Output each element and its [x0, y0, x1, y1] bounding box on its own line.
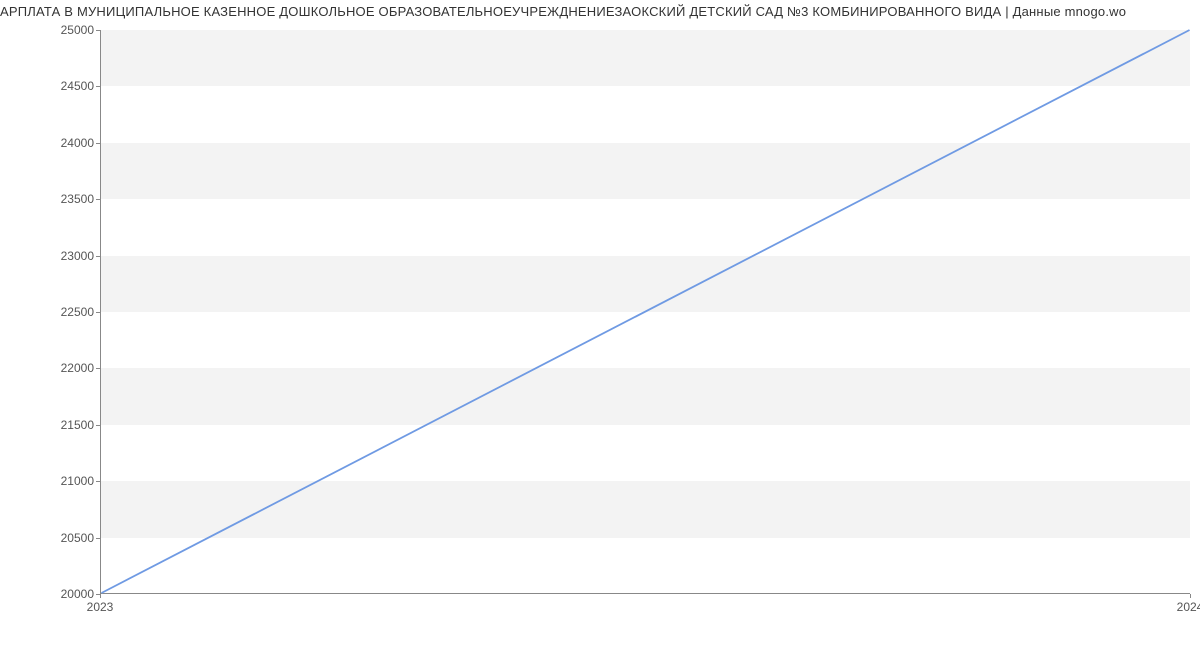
- y-tick-mark: [96, 256, 100, 257]
- plot-area: [100, 30, 1190, 594]
- x-tick-label: 2023: [87, 600, 114, 614]
- chart-line-layer: [101, 30, 1190, 593]
- y-tick-label: 20000: [14, 587, 94, 601]
- y-tick-label: 23000: [14, 249, 94, 263]
- y-tick-label: 22000: [14, 361, 94, 375]
- y-tick-label: 21500: [14, 418, 94, 432]
- series-line: [101, 30, 1189, 593]
- y-tick-label: 24500: [14, 79, 94, 93]
- x-tick-mark: [1190, 594, 1191, 598]
- y-tick-label: 24000: [14, 136, 94, 150]
- y-tick-label: 21000: [14, 474, 94, 488]
- y-tick-mark: [96, 143, 100, 144]
- y-tick-mark: [96, 30, 100, 31]
- x-tick-mark: [100, 594, 101, 598]
- y-tick-mark: [96, 481, 100, 482]
- chart-title: АРПЛАТА В МУНИЦИПАЛЬНОЕ КАЗЕННОЕ ДОШКОЛЬ…: [0, 4, 1200, 19]
- y-tick-label: 23500: [14, 192, 94, 206]
- y-tick-label: 22500: [14, 305, 94, 319]
- y-tick-mark: [96, 199, 100, 200]
- y-tick-mark: [96, 368, 100, 369]
- chart-container: АРПЛАТА В МУНИЦИПАЛЬНОЕ КАЗЕННОЕ ДОШКОЛЬ…: [0, 0, 1200, 650]
- y-tick-mark: [96, 86, 100, 87]
- y-tick-mark: [96, 538, 100, 539]
- y-tick-mark: [96, 425, 100, 426]
- x-tick-label: 2024: [1177, 600, 1200, 614]
- y-tick-mark: [96, 312, 100, 313]
- y-tick-label: 25000: [14, 23, 94, 37]
- y-tick-label: 20500: [14, 531, 94, 545]
